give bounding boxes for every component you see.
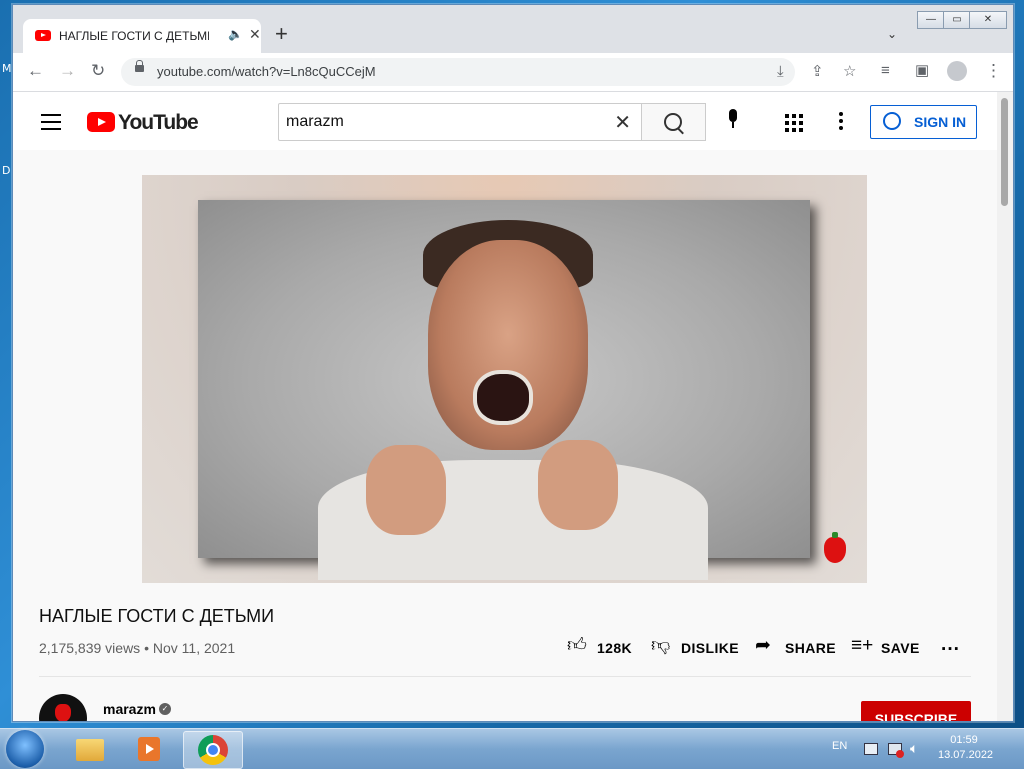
chrome-icon <box>198 735 228 765</box>
volume-icon[interactable]: 🔈︎ <box>910 740 926 756</box>
channel-name[interactable]: marazm <box>103 701 156 717</box>
channel-avatar[interactable] <box>39 694 87 721</box>
settings-more-icon[interactable] <box>839 112 843 133</box>
bookmark-star-icon[interactable]: ☆ <box>843 62 856 82</box>
browser-window: НАГЛЫЕ ГОСТИ С ДЕТЬМИ 🔈 ✕ + ⌄ — ▭ ✕ ← → … <box>12 4 1014 722</box>
reload-icon[interactable]: ↻ <box>91 61 105 81</box>
clear-search-icon[interactable]: ✕ <box>614 110 631 135</box>
youtube-wordmark: YouTube <box>118 111 199 134</box>
media-player-icon <box>138 737 160 761</box>
browser-menu-icon[interactable]: ⋮ <box>985 61 1002 81</box>
subscribe-button[interactable]: SUBSCRIBE <box>861 701 971 721</box>
divider <box>39 676 971 677</box>
browser-toolbar: ← → ↻ youtube.com/watch?v=Ln8cQuCCejM ⤓ … <box>13 53 1013 92</box>
taskbar-explorer-button[interactable] <box>60 731 118 767</box>
tab-title: НАГЛЫЕ ГОСТИ С ДЕТЬМИ <box>59 29 209 43</box>
add-to-playlist-icon[interactable]: ≡+ <box>851 636 873 656</box>
share-page-icon[interactable]: ⇪ <box>811 62 824 82</box>
youtube-play-icon <box>87 112 115 132</box>
taskbar-media-player-button[interactable] <box>120 731 178 767</box>
tab-search-chevron-icon[interactable]: ⌄ <box>887 27 897 41</box>
save-button[interactable]: SAVE <box>881 640 920 656</box>
search-query[interactable]: marazm <box>286 113 344 131</box>
side-panel-icon[interactable]: ▣ <box>915 61 929 81</box>
sign-in-button[interactable]: SIGN IN <box>870 105 977 139</box>
share-button[interactable]: SHARE <box>785 640 836 656</box>
youtube-header: YouTube marazm ✕ SIGN IN <box>13 92 997 150</box>
system-clock[interactable]: 01:59 13.07.2022 <box>938 733 994 763</box>
back-arrow-icon[interactable]: ← <box>27 61 44 81</box>
start-button[interactable] <box>6 730 44 768</box>
folder-icon <box>76 739 104 761</box>
windows-taskbar: EN 🔈︎ 01:59 13.07.2022 <box>0 728 1024 769</box>
maximize-button[interactable]: ▭ <box>943 11 971 29</box>
audio-playing-icon[interactable]: 🔈 <box>228 27 243 41</box>
clock-date: 13.07.2022 <box>938 749 994 761</box>
verified-badge-icon: ✓ <box>159 703 171 715</box>
action-center-flag-icon[interactable] <box>862 740 878 756</box>
scrollbar-thumb[interactable] <box>1001 98 1008 206</box>
page-scrollbar[interactable] <box>997 92 1013 721</box>
desktop-icon-label: D <box>2 164 11 177</box>
video-player[interactable] <box>142 175 867 583</box>
install-app-icon[interactable]: ⤓ <box>777 62 784 82</box>
view-count: 2,175,839 views <box>39 640 141 656</box>
desktop-icon-label: M <box>2 62 12 75</box>
more-actions-icon[interactable]: ··· <box>941 640 960 660</box>
close-window-button[interactable]: ✕ <box>969 11 1007 29</box>
upload-date: Nov 11, 2021 <box>152 640 236 656</box>
thumbs-up-icon[interactable]: 👍︎ <box>567 636 587 656</box>
page-viewport: YouTube marazm ✕ SIGN IN НАГЛЫЕ ГОСТИ С … <box>13 92 997 721</box>
new-tab-button[interactable]: + <box>275 23 288 45</box>
forward-arrow-icon[interactable]: → <box>59 61 76 81</box>
close-tab-icon[interactable]: ✕ <box>249 26 261 43</box>
hamburger-menu-icon[interactable] <box>41 114 61 135</box>
video-thumbnail-frame <box>198 200 810 580</box>
video-title: НАГЛЫЕ ГОСТИ С ДЕТЬМИ <box>39 606 275 626</box>
language-indicator[interactable]: EN <box>832 740 847 752</box>
share-arrow-icon[interactable]: ➦ <box>755 636 771 656</box>
sign-in-label: SIGN IN <box>914 114 967 130</box>
address-bar[interactable]: youtube.com/watch?v=Ln8cQuCCejM ⤓ ⇪ ☆ <box>121 58 856 86</box>
thumbs-down-icon[interactable]: 👎︎ <box>651 636 670 656</box>
account-circle-icon <box>883 112 901 130</box>
like-count[interactable]: 128K <box>597 640 632 656</box>
profile-avatar-icon[interactable] <box>947 61 967 81</box>
video-meta: 2,175,839 views • Nov 11, 2021 <box>39 640 236 656</box>
apps-grid-icon[interactable] <box>785 114 803 132</box>
taskbar-chrome-button[interactable] <box>183 731 243 769</box>
url-text[interactable]: youtube.com/watch?v=Ln8cQuCCejM <box>157 64 376 79</box>
minimize-button[interactable]: — <box>917 11 945 29</box>
media-control-icon[interactable]: ≡ <box>881 61 890 81</box>
dislike-button[interactable]: DISLIKE <box>681 640 739 656</box>
search-button[interactable] <box>642 103 706 141</box>
clock-time: 01:59 <box>950 734 978 746</box>
network-disconnected-icon[interactable] <box>886 740 904 758</box>
search-icon <box>664 113 682 131</box>
voice-search-mic-icon[interactable] <box>725 109 737 128</box>
browser-tab[interactable]: НАГЛЫЕ ГОСТИ С ДЕТЬМИ 🔈 ✕ <box>23 19 261 53</box>
youtube-favicon-icon <box>35 30 51 41</box>
lock-icon[interactable] <box>135 60 144 72</box>
tab-strip: НАГЛЫЕ ГОСТИ С ДЕТЬМИ 🔈 ✕ + ⌄ — ▭ ✕ <box>13 5 1013 53</box>
channel-watermark-pepper-icon[interactable] <box>824 532 846 563</box>
search-input[interactable]: marazm ✕ <box>278 103 642 141</box>
